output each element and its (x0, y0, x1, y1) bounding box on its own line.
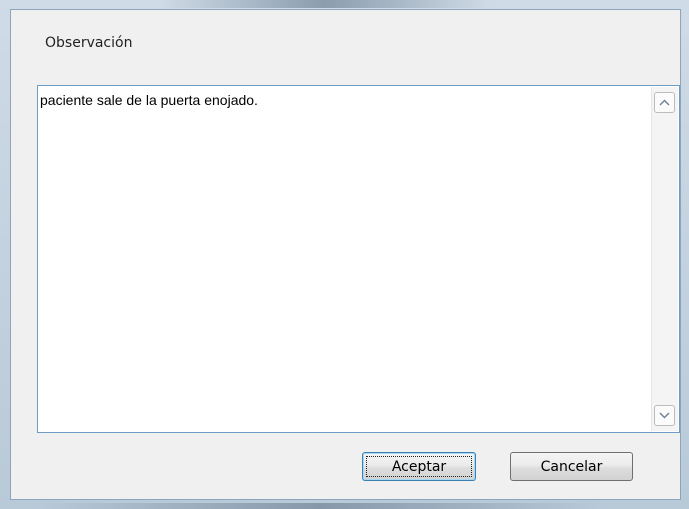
cancel-button[interactable]: Cancelar (510, 452, 633, 481)
accept-button-label: Aceptar (391, 458, 447, 475)
frame-bottom-edge (40, 503, 600, 509)
chevron-up-icon (659, 99, 670, 106)
observation-text[interactable]: paciente sale de la puerta enojado. (40, 92, 258, 108)
observation-label: Observación (45, 35, 133, 51)
accept-button[interactable]: Aceptar (362, 452, 476, 481)
observation-textarea[interactable]: paciente sale de la puerta enojado. (37, 85, 680, 433)
scroll-up-button[interactable] (654, 92, 675, 113)
scroll-down-button[interactable] (654, 405, 675, 426)
cancel-button-label: Cancelar (540, 458, 603, 475)
vertical-scrollbar[interactable] (651, 87, 678, 431)
frame-top-edge (160, 0, 490, 8)
chevron-down-icon (659, 412, 670, 419)
